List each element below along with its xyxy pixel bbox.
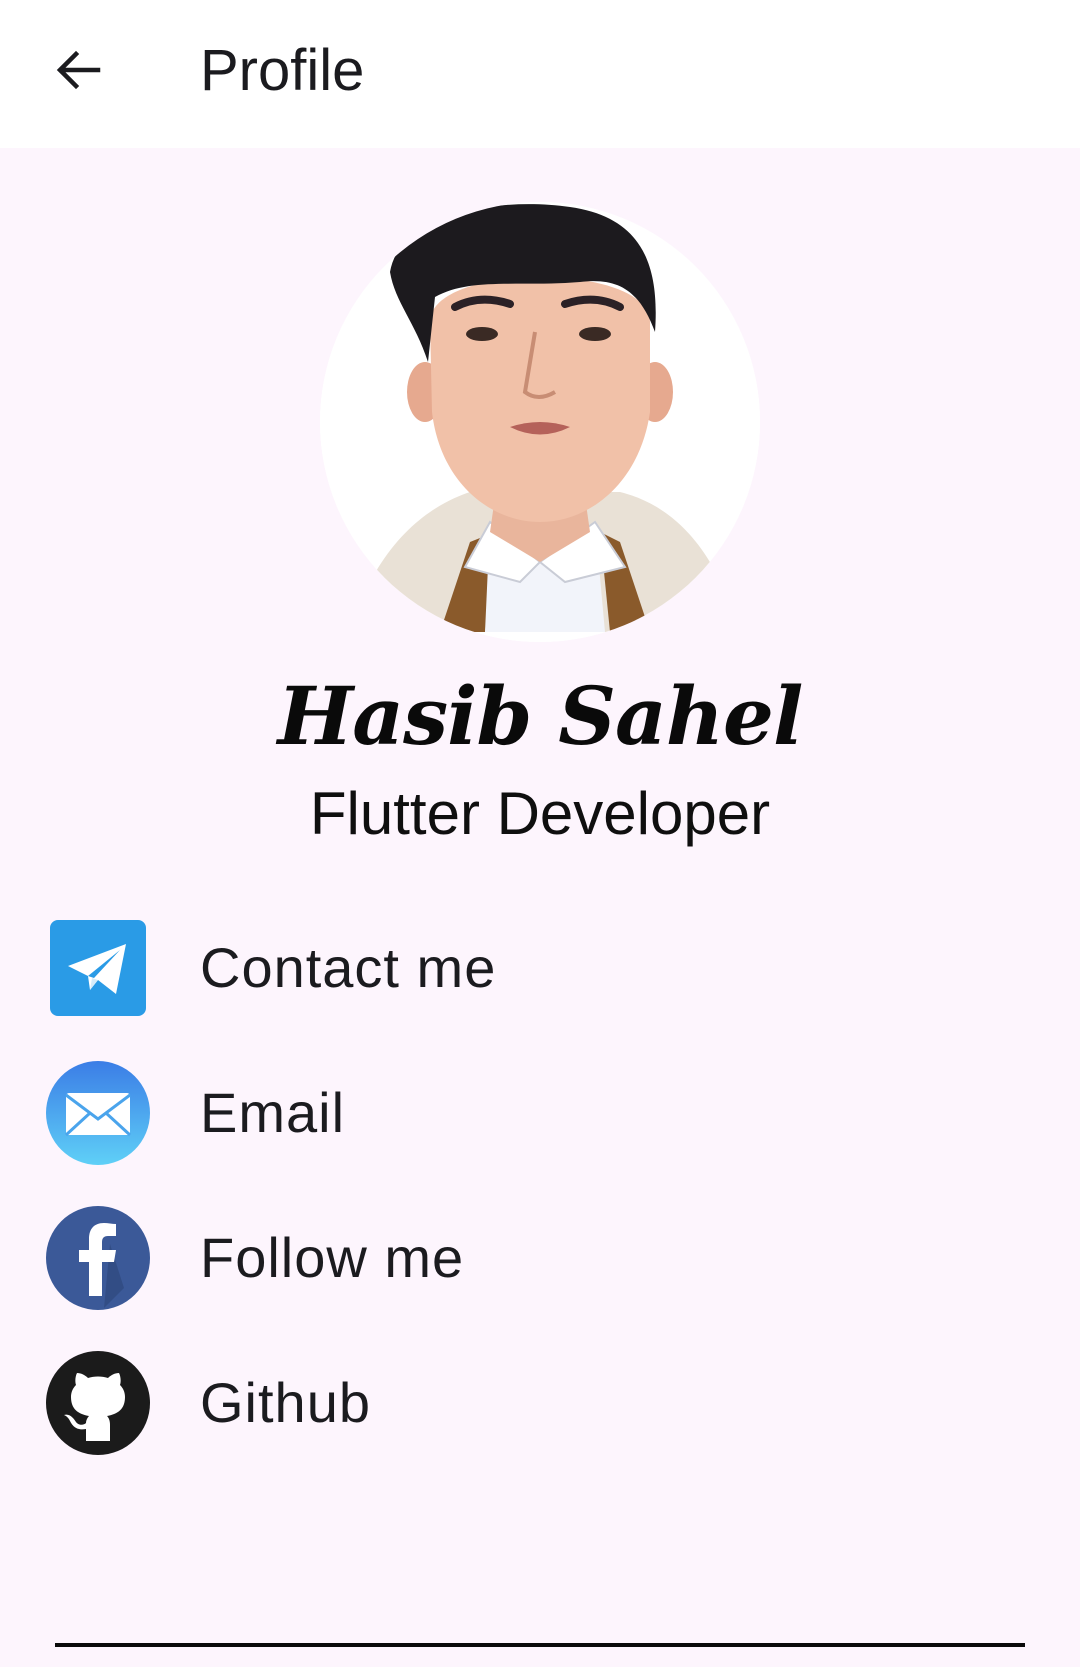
- facebook-icon: [44, 1204, 152, 1312]
- profile-role: Flutter Developer: [309, 780, 771, 847]
- email-icon: [44, 1059, 152, 1167]
- app-bar: Profile: [0, 0, 1080, 148]
- follow-me-item[interactable]: Follow me: [0, 1188, 1080, 1328]
- profile-photo: [320, 202, 760, 642]
- page-title: Profile: [200, 38, 365, 103]
- arrow-back-icon: [56, 50, 101, 90]
- github-label: Github: [200, 1371, 371, 1434]
- github-item[interactable]: Github: [0, 1333, 1080, 1473]
- email-label: Email: [200, 1081, 346, 1144]
- github-icon: [44, 1349, 152, 1457]
- bottom-divider: [55, 1643, 1025, 1647]
- follow-me-label: Follow me: [200, 1226, 465, 1289]
- back-button[interactable]: [40, 32, 116, 108]
- contact-me-item[interactable]: Contact me: [0, 898, 1080, 1038]
- avatar: [320, 202, 760, 642]
- profile-content: Hasib Sahel Flutter Developer Contact me: [0, 148, 1080, 1667]
- profile-name: Hasib Sahel: [277, 669, 804, 763]
- telegram-icon: [44, 914, 152, 1022]
- email-item[interactable]: Email: [0, 1043, 1080, 1183]
- contact-me-label: Contact me: [200, 936, 497, 999]
